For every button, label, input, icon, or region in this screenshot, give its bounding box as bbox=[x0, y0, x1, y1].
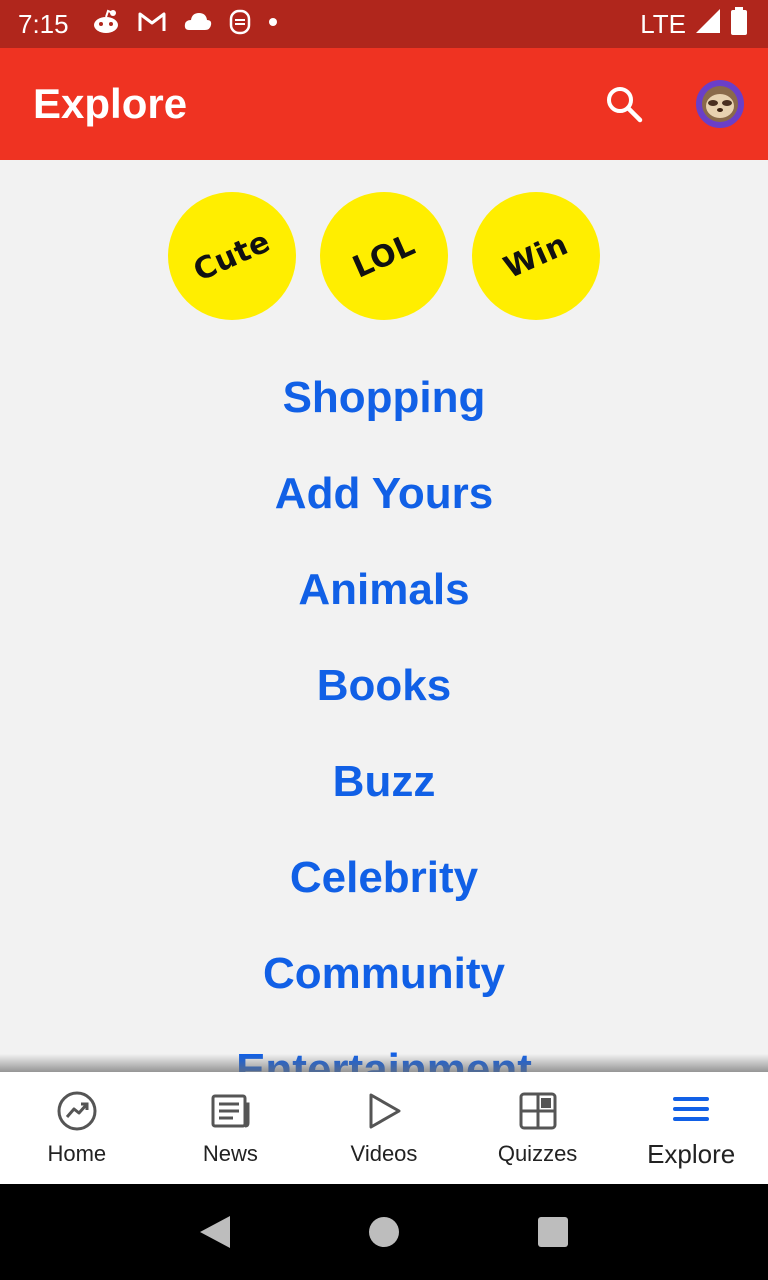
category-list: Shopping Add Yours Animals Books Buzz Ce… bbox=[0, 350, 768, 1072]
recents-icon bbox=[538, 1217, 569, 1247]
grid-icon bbox=[516, 1089, 560, 1133]
play-icon bbox=[362, 1089, 406, 1133]
category-celebrity[interactable]: Celebrity bbox=[0, 830, 768, 926]
back-icon bbox=[199, 1216, 230, 1248]
back-button[interactable] bbox=[191, 1208, 239, 1256]
category-shopping[interactable]: Shopping bbox=[0, 350, 768, 446]
category-buzz[interactable]: Buzz bbox=[0, 734, 768, 830]
network-type: LTE bbox=[640, 8, 686, 39]
notification-icons bbox=[91, 9, 279, 40]
badge-label: Cute bbox=[188, 223, 276, 289]
sloth-icon bbox=[702, 86, 738, 122]
nav-label: Quizzes bbox=[497, 1141, 578, 1166]
trending-icon bbox=[55, 1089, 99, 1133]
category-community[interactable]: Community bbox=[0, 926, 768, 1022]
battery-icon bbox=[730, 6, 748, 42]
nav-label: Videos bbox=[350, 1141, 418, 1166]
status-bar: 7:15 LTE bbox=[0, 0, 768, 48]
badge-label: Win bbox=[498, 226, 574, 286]
reaction-badges: Cute LOL Win bbox=[168, 192, 600, 320]
category-animals[interactable]: Animals bbox=[0, 542, 768, 638]
status-right: LTE bbox=[640, 6, 748, 42]
dot-icon bbox=[267, 15, 279, 33]
home-circle-icon bbox=[368, 1217, 399, 1247]
nav-explore[interactable]: Explore bbox=[614, 1072, 768, 1184]
badge-label: LOL bbox=[347, 226, 421, 286]
status-time: 7:15 bbox=[18, 8, 69, 39]
signal-icon bbox=[694, 7, 722, 42]
category-books[interactable]: Books bbox=[0, 638, 768, 734]
bottom-nav: Home News Videos Quizzes Explore bbox=[0, 1072, 768, 1184]
badge-lol[interactable]: LOL bbox=[320, 192, 448, 320]
page-title: Explore bbox=[33, 80, 188, 127]
category-add-yours[interactable]: Add Yours bbox=[0, 446, 768, 542]
nav-news[interactable]: News bbox=[154, 1072, 308, 1184]
nav-label: News bbox=[202, 1141, 258, 1166]
newspaper-icon bbox=[208, 1089, 252, 1133]
reddit-icon bbox=[91, 9, 121, 40]
home-button[interactable] bbox=[360, 1208, 408, 1256]
app-icon bbox=[229, 9, 251, 40]
app-bar: Explore bbox=[0, 48, 768, 160]
scroll-shadow bbox=[0, 1054, 768, 1072]
app-actions bbox=[600, 80, 744, 128]
avatar[interactable] bbox=[696, 80, 744, 128]
badge-cute[interactable]: Cute bbox=[168, 192, 296, 320]
menu-icon bbox=[669, 1087, 713, 1131]
search-button[interactable] bbox=[600, 80, 648, 128]
nav-home[interactable]: Home bbox=[0, 1072, 154, 1184]
search-icon bbox=[607, 87, 643, 123]
nav-label: Home bbox=[47, 1141, 107, 1166]
badge-win[interactable]: Win bbox=[472, 192, 600, 320]
nav-quizzes[interactable]: Quizzes bbox=[461, 1072, 615, 1184]
nav-videos[interactable]: Videos bbox=[307, 1072, 461, 1184]
explore-content[interactable]: Cute LOL Win Shopping Add Yours Animals … bbox=[0, 160, 768, 1072]
gmail-icon bbox=[137, 10, 167, 39]
system-nav-bar bbox=[0, 1184, 768, 1280]
nav-label: Explore bbox=[647, 1138, 736, 1169]
cloud-icon bbox=[183, 10, 213, 39]
recents-button[interactable] bbox=[529, 1208, 577, 1256]
